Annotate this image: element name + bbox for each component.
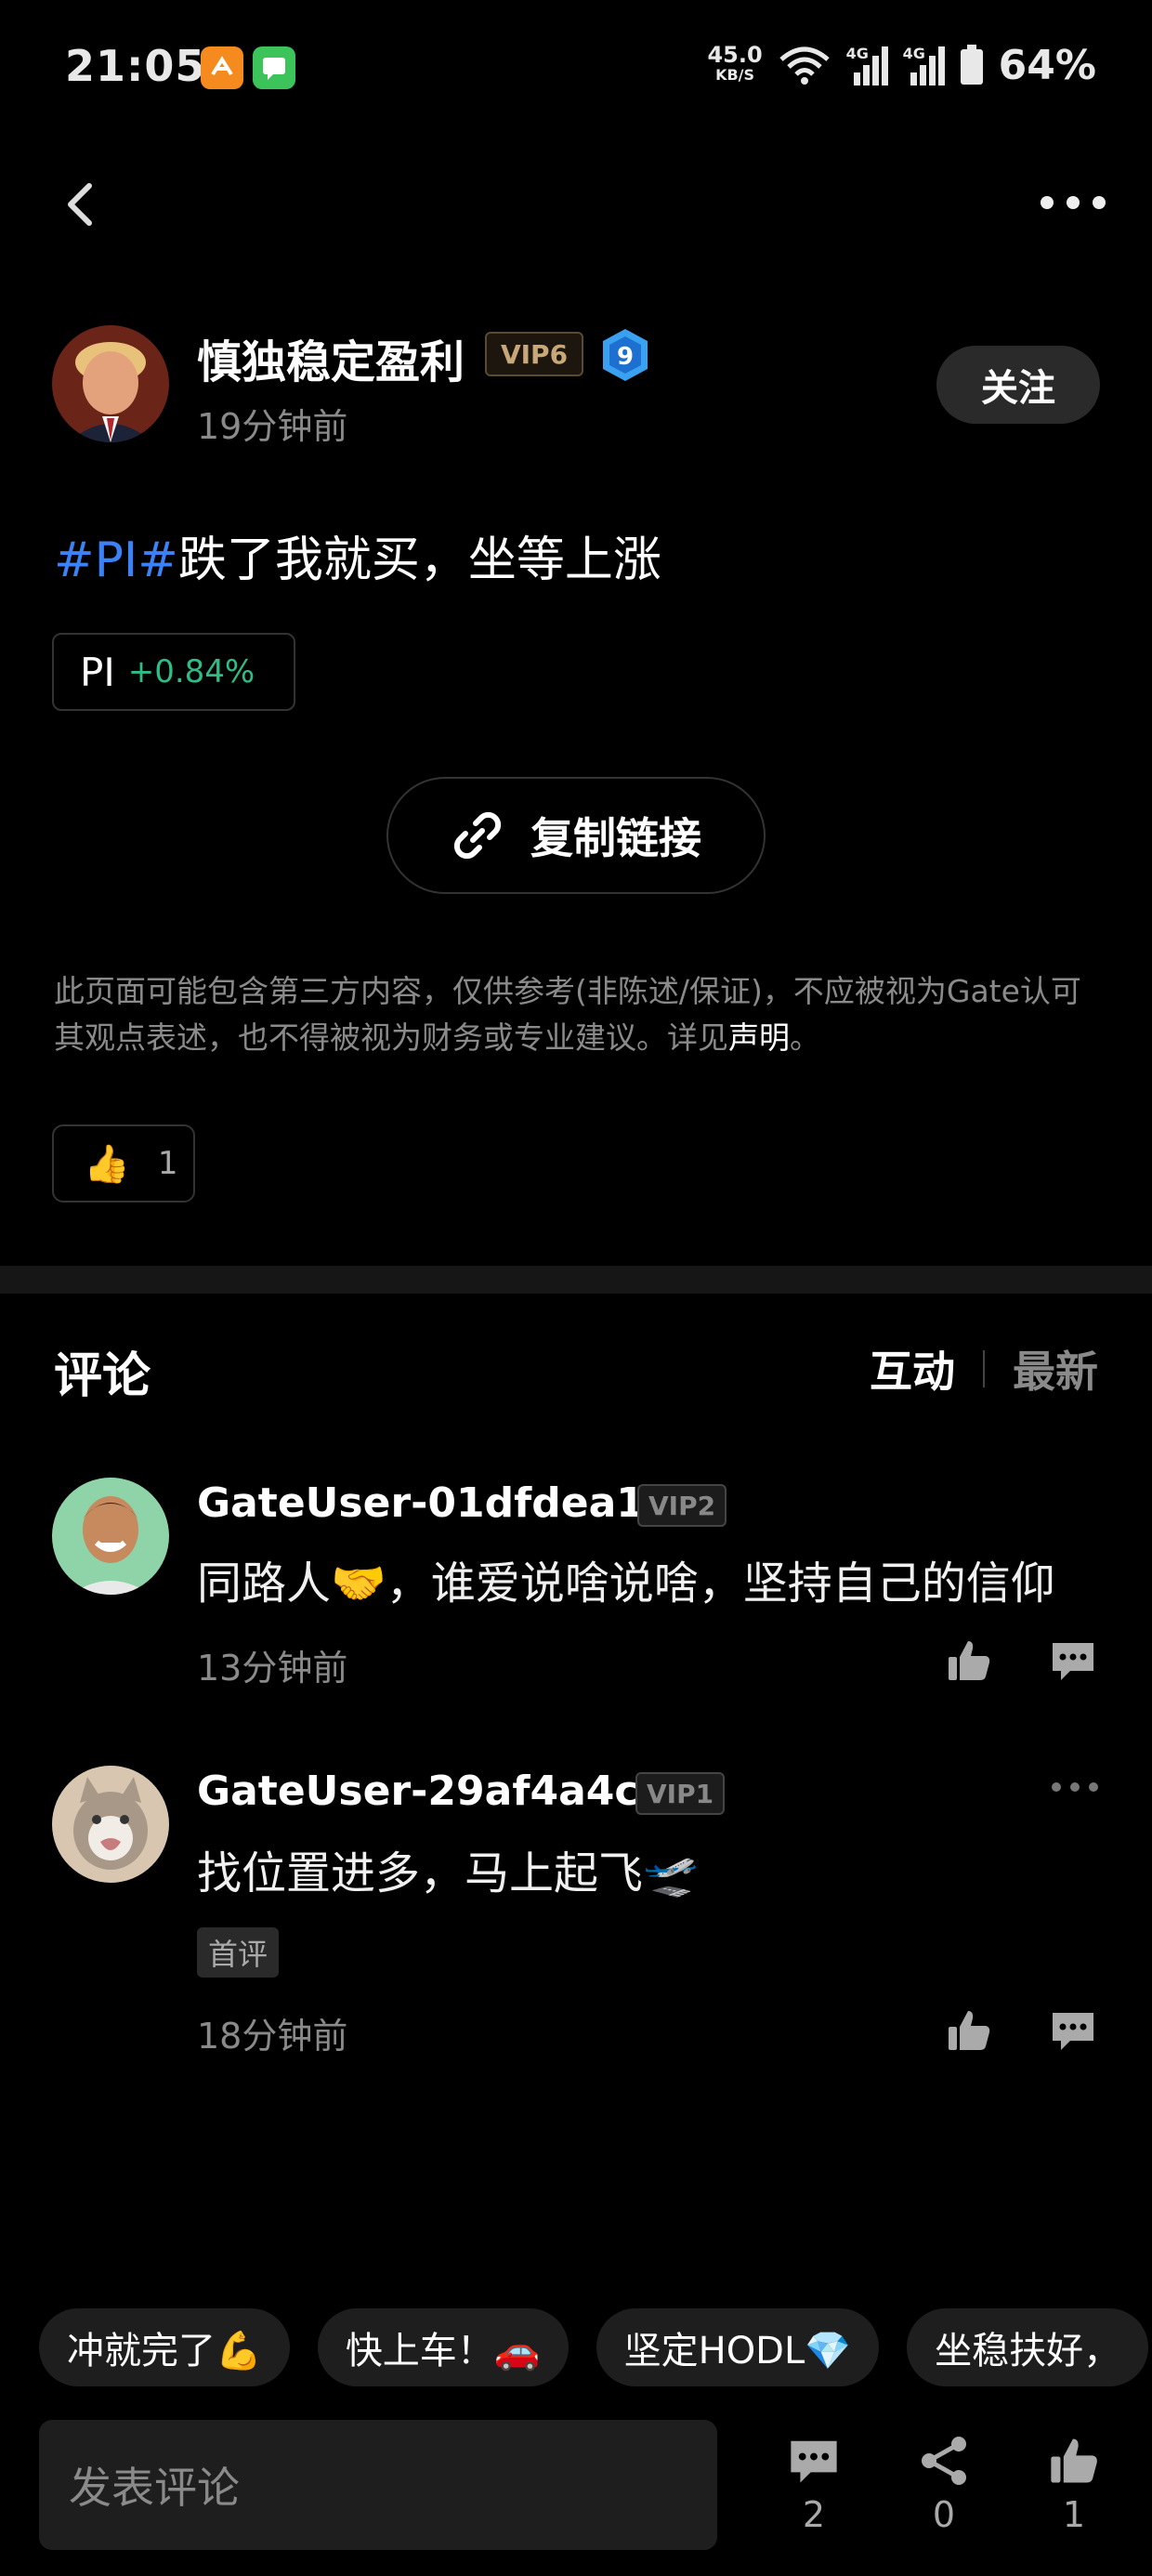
follow-button[interactable]: 关注 (936, 346, 1100, 424)
quick-reply-chip[interactable]: 冲就完了💪 (39, 2308, 290, 2386)
link-icon (453, 811, 502, 860)
comment-text: 找位置进多，马上起飞🛫 (197, 1847, 699, 1899)
comment-icon (791, 2440, 837, 2483)
quick-reply-chip[interactable]: 坐稳扶好， (907, 2308, 1149, 2386)
chevron-left-icon (68, 183, 92, 226)
quick-reply-chip[interactable]: 快上车！🚗 (317, 2308, 569, 2386)
post-time: 19分钟前 (197, 406, 348, 447)
copy-link-label: 复制链接 (530, 813, 701, 863)
coin-change: +0.84% (127, 653, 255, 690)
post-like-chip[interactable]: 👍 1 (52, 1124, 195, 1203)
signal-icon-1: 4G (846, 45, 888, 85)
comment-time: 13分钟前 (197, 1648, 348, 1689)
post-body: 跌了我就买，坐等上涨 (177, 532, 661, 588)
disclaimer-link[interactable]: 声明 (728, 1019, 790, 1056)
signal-icon-2: 4G (903, 45, 945, 85)
like-button[interactable]: 1 (1028, 2435, 1120, 2546)
comment-reply-button[interactable] (1050, 2007, 1096, 2054)
post-content: #PI#跌了我就买，坐等上涨 (54, 520, 661, 590)
notification-app-icon (201, 46, 243, 89)
comment-username[interactable]: GateUser-01dfdea1 (197, 1479, 645, 1527)
thumbs-up-icon (1051, 2438, 1097, 2483)
battery-icon (960, 45, 983, 85)
wifi-icon (779, 46, 830, 85)
battery-percent: 64% (998, 41, 1096, 89)
author-avatar[interactable] (52, 325, 169, 442)
author-name[interactable]: 慎独稳定盈利 (197, 325, 465, 390)
thumbs-up-icon (949, 2011, 990, 2050)
share-count: 0 (932, 2494, 956, 2535)
comments-button[interactable]: 2 (767, 2435, 860, 2546)
comment-username[interactable]: GateUser-29af4a4c (197, 1768, 638, 1815)
comment-input[interactable]: 发表评论 (39, 2420, 717, 2550)
share-button[interactable]: 0 (897, 2435, 990, 2546)
first-comment-tag: 首评 (197, 1927, 280, 1978)
comment-vip-badge: VIP2 (637, 1484, 727, 1527)
coin-name: PI (80, 649, 115, 695)
comment-reply-button[interactable] (1050, 1637, 1096, 1684)
like-count: 1 (1062, 2494, 1086, 2535)
comment-avatar[interactable] (52, 1766, 169, 1883)
share-icon (922, 2437, 966, 2485)
more-options-button[interactable] (1041, 186, 1106, 219)
vip-badge: VIP6 (485, 332, 583, 376)
copy-link-button[interactable]: 复制链接 (386, 777, 766, 894)
message-app-icon (253, 46, 295, 89)
comment-count: 2 (802, 2494, 826, 2535)
disclaimer: 此页面可能包含第三方内容，仅供参考(非陈述/保证)，不应被视为Gate认可其观点… (54, 973, 1081, 1056)
comment-avatar[interactable] (52, 1478, 169, 1595)
comment-sort-tabs: 互动 最新 (870, 1338, 1098, 1400)
comment-text: 同路人🤝，谁爱说啥说啥，坚持自己的信仰 (197, 1557, 1055, 1610)
network-speed: 45.0 KB/S (707, 42, 763, 84)
back-button[interactable] (58, 177, 104, 232)
status-time: 21:05 (65, 41, 206, 91)
section-divider (0, 1266, 1152, 1294)
comment-time: 18分钟前 (197, 2016, 348, 2057)
quick-reply-chip[interactable]: 坚定HODL💎 (596, 2308, 880, 2386)
tab-interactive[interactable]: 互动 (870, 1338, 955, 1400)
comment-like-button[interactable] (946, 1637, 992, 1684)
comment-icon (1053, 1643, 1093, 1680)
coin-chip[interactable]: PI +0.84% (52, 633, 295, 711)
comment-more-button[interactable] (1052, 1782, 1098, 1795)
tab-separator (983, 1350, 985, 1387)
svg-text:9: 9 (617, 343, 634, 371)
comment-icon (1053, 2013, 1093, 2050)
quick-reply-row: 冲就完了💪 快上车！🚗 坚定HODL💎 坐稳扶好， (39, 2308, 1149, 2386)
thumbs-up-emoji-icon: 👍 (84, 1142, 130, 1186)
comments-title: 评论 (54, 1348, 151, 1404)
thumbs-up-icon (949, 1641, 990, 1680)
status-icons: 45.0 KB/S 4G 4G 64% (707, 37, 1096, 93)
comment-like-button[interactable] (946, 2007, 992, 2054)
level-badge: 9 (599, 327, 651, 383)
post-hashtag[interactable]: #PI# (54, 532, 178, 588)
comment-vip-badge: VIP1 (635, 1772, 726, 1815)
post-like-count: 1 (157, 1145, 178, 1182)
tab-latest[interactable]: 最新 (1013, 1338, 1098, 1400)
